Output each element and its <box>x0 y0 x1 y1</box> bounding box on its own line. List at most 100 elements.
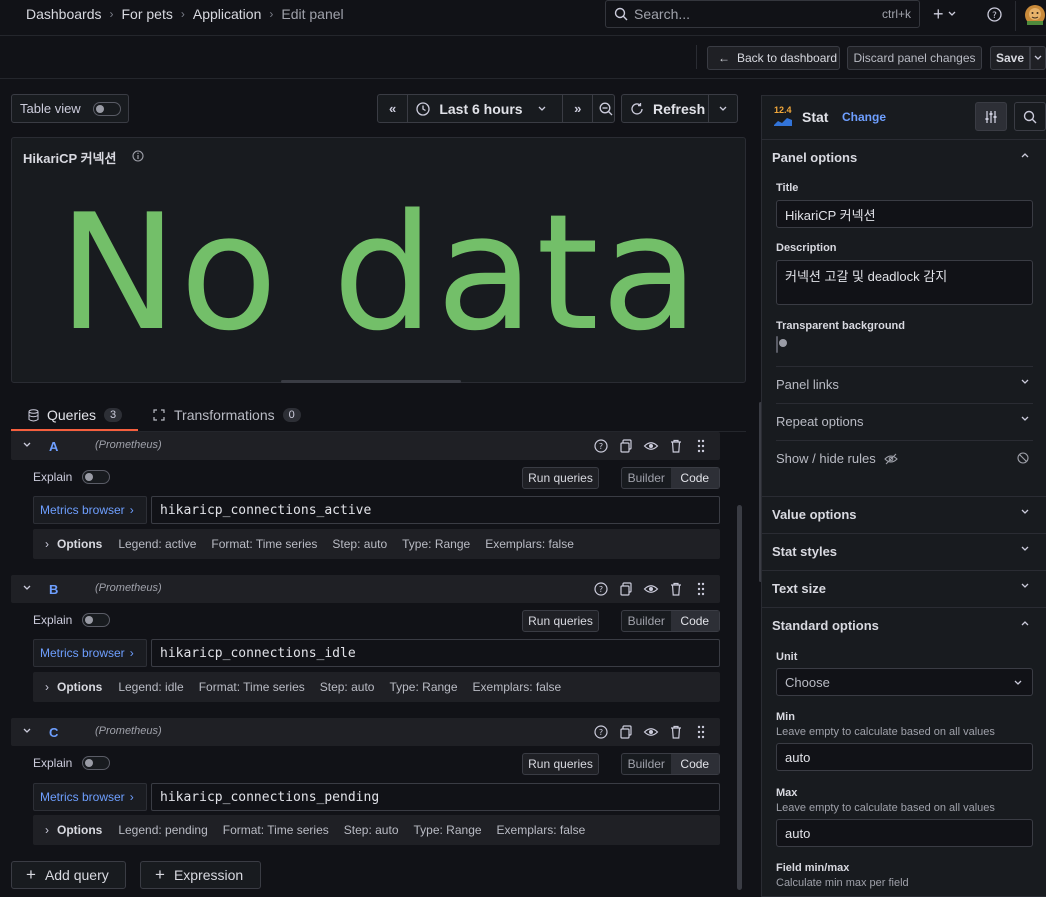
chevron-down-icon <box>948 11 956 17</box>
value-options-section[interactable]: Value options <box>762 496 1046 532</box>
no-data-message: No data <box>58 179 701 366</box>
refresh-interval-button[interactable] <box>709 95 737 122</box>
trash-icon[interactable] <box>668 724 684 740</box>
queries-scrollbar[interactable] <box>735 432 745 894</box>
zoom-out-button[interactable] <box>598 95 614 122</box>
repeat-options-section[interactable]: Repeat options <box>776 403 1033 439</box>
options-filter-button[interactable] <box>975 102 1007 131</box>
change-viz-link[interactable]: Change <box>842 110 886 124</box>
query-header[interactable]: C (Prometheus) ? <box>11 718 720 746</box>
chevron-down-icon[interactable] <box>23 442 31 448</box>
breadcrumb-dashboards[interactable]: Dashboards <box>26 6 102 22</box>
breadcrumb-application[interactable]: Application <box>193 6 262 22</box>
builder-mode-button[interactable]: Builder <box>622 468 671 488</box>
panel-options-section[interactable]: Panel options <box>762 139 1046 175</box>
drag-handle-icon[interactable] <box>693 724 709 740</box>
explain-switch[interactable] <box>82 470 111 484</box>
chevron-down-icon[interactable] <box>23 728 31 734</box>
metrics-browser-button[interactable]: Metrics browser › <box>33 496 147 524</box>
text-size-section[interactable]: Text size <box>762 570 1046 606</box>
query-ref-id[interactable]: C <box>49 725 58 740</box>
breadcrumb-for-pets[interactable]: For pets <box>122 6 173 22</box>
eye-icon[interactable] <box>643 438 659 454</box>
scrollbar-thumb[interactable] <box>737 505 742 890</box>
time-range-picker[interactable]: Last 6 hours <box>408 95 564 122</box>
chevron-down-icon[interactable] <box>23 585 31 591</box>
tab-transformations[interactable]: Transformations 0 <box>153 400 301 430</box>
panel-links-section[interactable]: Panel links <box>776 366 1033 402</box>
title-input[interactable]: HikariCP 커넥션 <box>776 200 1033 228</box>
eye-icon[interactable] <box>643 581 659 597</box>
code-mode-button[interactable]: Code <box>670 611 719 631</box>
eye-icon[interactable] <box>643 724 659 740</box>
options-search-button[interactable] <box>1014 102 1046 131</box>
chevron-right-icon: › <box>129 503 134 517</box>
search-input[interactable]: Search... ctrl+k <box>605 0 920 28</box>
query-options-row[interactable]: › Options Legend: pending Format: Time s… <box>33 815 720 845</box>
query-expression-input[interactable]: hikaricp_connections_active <box>151 496 720 524</box>
query-ref-id[interactable]: A <box>49 439 58 454</box>
builder-mode-button[interactable]: Builder <box>622 611 671 631</box>
drag-handle-icon[interactable] <box>693 581 709 597</box>
min-input[interactable]: auto <box>776 743 1033 771</box>
run-queries-button[interactable]: Run queries <box>522 753 599 775</box>
help-icon[interactable]: ? <box>593 438 609 454</box>
discard-changes-button[interactable]: Discard panel changes <box>847 46 982 70</box>
copy-icon[interactable] <box>618 581 634 597</box>
table-view-toggle[interactable]: Table view <box>11 94 129 123</box>
explain-switch[interactable] <box>82 613 111 627</box>
save-options-button[interactable] <box>1030 46 1046 70</box>
new-menu-button[interactable]: + <box>933 5 956 23</box>
query-expression-input[interactable]: hikaricp_connections_idle <box>151 639 720 667</box>
help-icon[interactable]: ? <box>593 581 609 597</box>
explain-switch[interactable] <box>82 756 111 770</box>
help-icon[interactable]: ? <box>987 7 1002 22</box>
copy-icon[interactable] <box>618 724 634 740</box>
trash-icon[interactable] <box>668 581 684 597</box>
run-queries-button[interactable]: Run queries <box>522 467 599 489</box>
breadcrumb-edit-panel: Edit panel <box>281 6 344 22</box>
code-mode-button[interactable]: Code <box>670 754 719 774</box>
avatar[interactable] <box>1015 1 1045 31</box>
stat-styles-section[interactable]: Stat styles <box>762 533 1046 569</box>
add-query-label: Add query <box>44 867 109 883</box>
table-view-switch[interactable] <box>92 101 121 116</box>
query-options-row[interactable]: › Options Legend: idle Format: Time seri… <box>33 672 720 702</box>
query-options-row[interactable]: › Options Legend: active Format: Time se… <box>33 529 720 559</box>
builder-mode-button[interactable]: Builder <box>622 754 671 774</box>
save-button[interactable]: Save <box>990 46 1030 70</box>
metrics-browser-button[interactable]: Metrics browser › <box>33 639 147 667</box>
standard-options-heading: Standard options <box>772 618 879 633</box>
panel-title: HikariCP 커넥션 <box>23 151 117 166</box>
refresh-button[interactable]: Refresh <box>622 95 709 122</box>
resize-handle[interactable] <box>281 380 461 383</box>
tab-queries[interactable]: Queries 3 <box>28 400 123 430</box>
drag-handle-icon[interactable] <box>693 438 709 454</box>
query-expression-input[interactable]: hikaricp_connections_pending <box>151 783 720 811</box>
standard-options-section[interactable]: Standard options <box>762 607 1046 643</box>
back-to-dashboard-button[interactable]: ← Back to dashboard <box>707 46 840 70</box>
add-expression-button[interactable]: + Expression <box>140 861 261 889</box>
run-queries-button[interactable]: Run queries <box>522 610 599 632</box>
trash-icon[interactable] <box>668 438 684 454</box>
copy-icon[interactable] <box>618 438 634 454</box>
explain-toggle[interactable]: Explain <box>33 756 111 770</box>
query-header[interactable]: A (Prometheus) ? <box>11 432 720 460</box>
explain-toggle[interactable]: Explain <box>33 470 111 484</box>
time-shift-back-button[interactable]: « <box>378 95 409 122</box>
max-input[interactable]: auto <box>776 819 1033 847</box>
description-textarea[interactable]: 커넥션 고갈 및 deadlock 감지 <box>776 260 1033 305</box>
query-actions: ? <box>593 438 709 454</box>
add-query-button[interactable]: + Add query <box>11 861 126 889</box>
show-hide-rules-section[interactable]: Show / hide rules <box>776 440 1033 476</box>
query-ref-id[interactable]: B <box>49 582 58 597</box>
transparent-background-switch[interactable] <box>776 336 778 353</box>
help-icon[interactable]: ? <box>593 724 609 740</box>
query-header[interactable]: B (Prometheus) ? <box>11 575 720 603</box>
explain-toggle[interactable]: Explain <box>33 613 111 627</box>
code-mode-button[interactable]: Code <box>670 468 719 488</box>
unit-select[interactable]: Choose <box>776 668 1033 696</box>
info-icon[interactable] <box>132 150 144 162</box>
time-shift-forward-button[interactable]: » <box>563 95 594 122</box>
metrics-browser-button[interactable]: Metrics browser › <box>33 783 147 811</box>
